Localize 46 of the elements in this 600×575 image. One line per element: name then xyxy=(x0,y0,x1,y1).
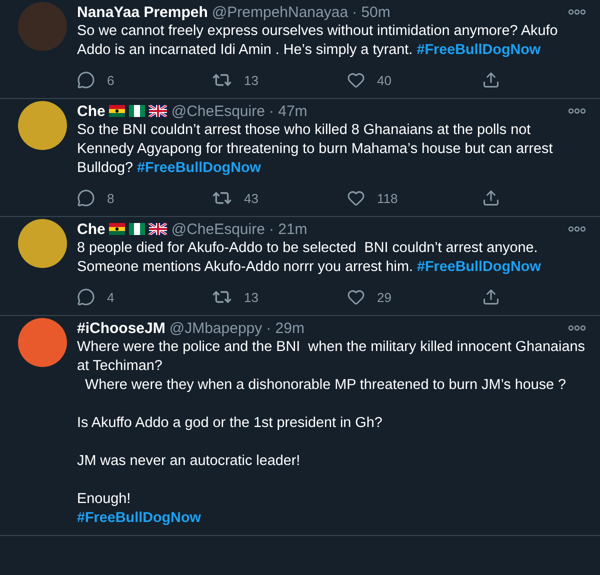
share-icon[interactable] xyxy=(482,189,500,207)
reply-count: 8 xyxy=(107,190,114,206)
tweet-text: Where were the police and the BNI when the military killed innocent Ghanaians at Techiman? Where were they when a dishonorable MP threatened to burn JM’s house ? Is Akuffo Addo a god or the 1st president in Gh? JM was never an autocratic leader! Enough! #FreeBullDogNow xyxy=(77,338,586,528)
tweet-text: So the BNI couldn’t arrest those who killed 8 Ghanaians at the polls not Kennedy Agyapong for threatening to burn Mahama’s house but can arrest Bulldog? #FreeBullDogNow xyxy=(77,121,554,178)
retweet-count: 13 xyxy=(244,290,258,304)
user-handle: @CheEsquire xyxy=(171,102,265,120)
reply-icon[interactable] xyxy=(77,71,95,89)
user-name[interactable]: NanaYaa Prempeh xyxy=(77,4,208,20)
avatar-photo-placeholder xyxy=(18,219,67,268)
retweet-count: 13 xyxy=(244,72,258,88)
like-icon[interactable] xyxy=(347,189,365,207)
reply-icon[interactable] xyxy=(77,189,95,207)
tweet-time: · 29m xyxy=(266,320,304,336)
more-icon[interactable] xyxy=(568,108,586,114)
user-handle: @JMbapeppy xyxy=(169,320,262,336)
hashtag-link[interactable]: #FreeBullDogNow xyxy=(77,510,201,526)
user-name[interactable]: Che xyxy=(77,220,106,238)
tweet-time: · 50m xyxy=(352,4,390,20)
reply-count: 4 xyxy=(107,290,114,304)
user-handle: @PrempehNanayaa xyxy=(212,4,348,20)
hashtag-link[interactable]: #FreeBullDogNow xyxy=(137,160,261,176)
like-icon[interactable] xyxy=(347,288,365,306)
more-icon[interactable] xyxy=(568,9,586,15)
like-count: 29 xyxy=(377,290,392,304)
avatar-photo-placeholder xyxy=(18,101,67,150)
like-count: 40 xyxy=(377,72,392,88)
user-name[interactable]: #iChooseJM xyxy=(77,320,166,336)
hashtag-link[interactable]: #FreeBullDogNow xyxy=(416,42,541,58)
tweet-time: · 21m xyxy=(268,220,308,238)
tweet-text: So we cannot freely express ourselves without intimidation anymore? Akufo Addo is an incarnated Idi Amin . He’s simply a tyrant. #FreeBullDogNow xyxy=(77,22,559,60)
tweet-time: · 47m xyxy=(268,102,308,120)
retweet-count: 43 xyxy=(244,190,258,206)
hashtag-link[interactable]: #FreeBullDogNow xyxy=(416,259,541,275)
reply-count: 6 xyxy=(107,72,114,88)
tweet-text: 8 people died for Akufo-Addo to be selected BNI couldn’t arrest anyone. Someone mentions Akufo-Addo norrr you arrest him. #FreeBullDogNow xyxy=(77,239,542,277)
share-icon[interactable] xyxy=(482,71,500,89)
like-count: 118 xyxy=(377,190,398,206)
avatar-photo-placeholder xyxy=(18,318,67,367)
share-icon[interactable] xyxy=(482,288,500,306)
user-name[interactable]: Che xyxy=(77,102,106,120)
avatar-photo-placeholder xyxy=(18,2,67,51)
reply-icon[interactable] xyxy=(77,288,95,306)
more-icon[interactable] xyxy=(568,226,586,232)
user-handle: @CheEsquire xyxy=(171,220,265,238)
like-icon[interactable] xyxy=(347,71,365,89)
more-icon[interactable] xyxy=(568,325,586,331)
